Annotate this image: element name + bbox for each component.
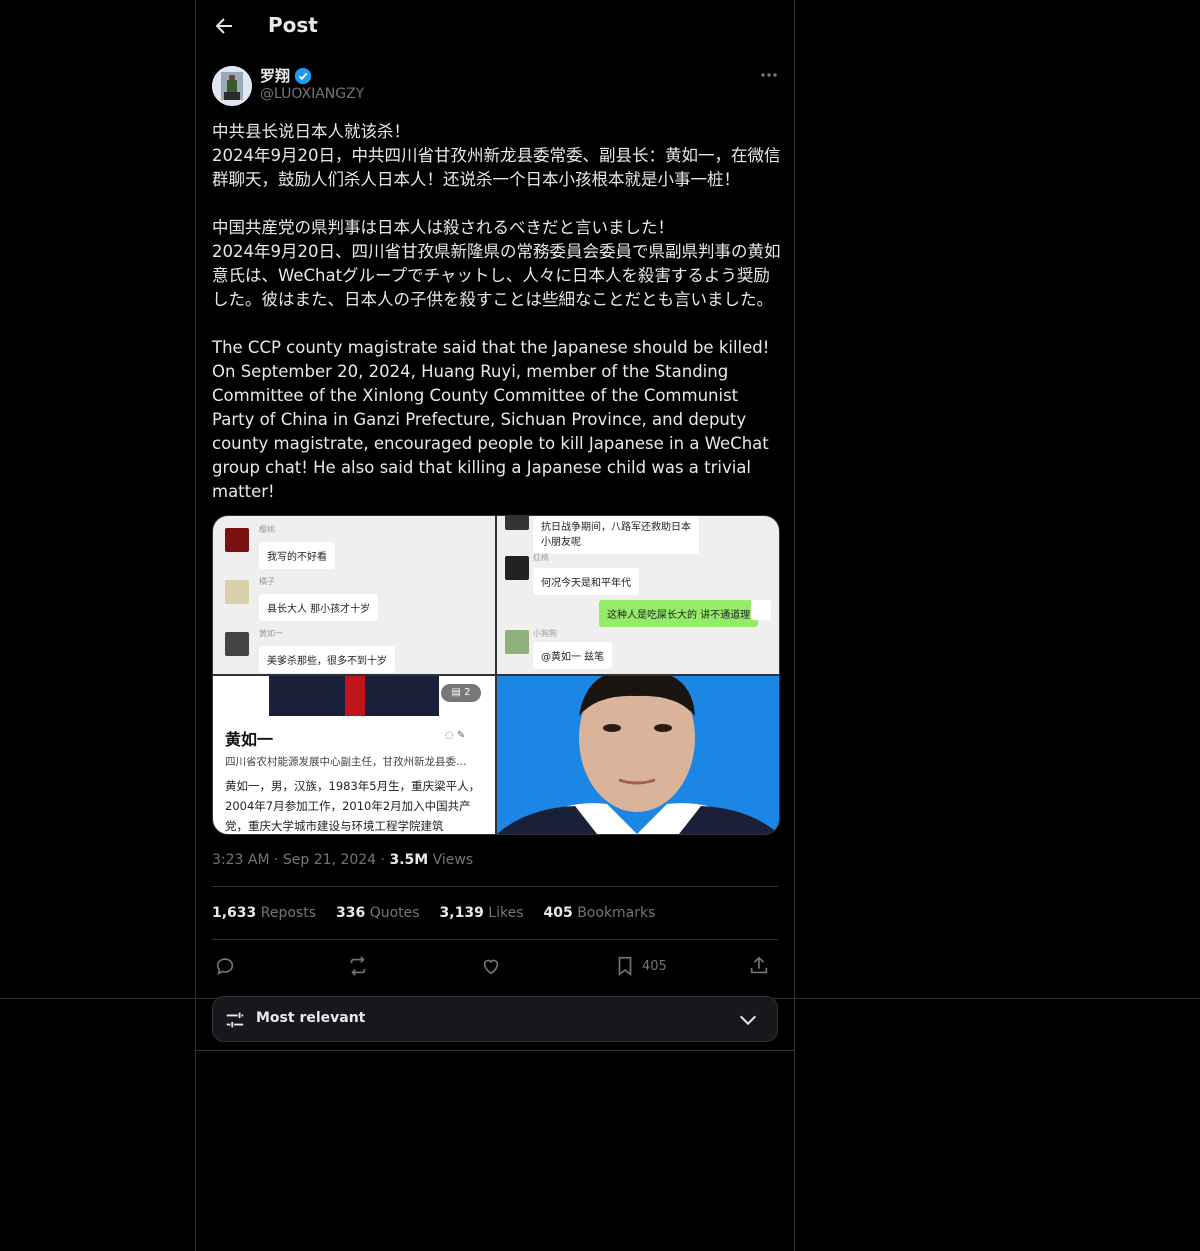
- chat-message: 县长大人 那小孩才十岁: [259, 594, 379, 621]
- reply-button[interactable]: [214, 952, 236, 980]
- tweet-meta: 3:23 AM · Sep 21, 2024 · 3.5M Views: [212, 852, 473, 868]
- chat-avatar: [225, 580, 249, 604]
- chat-avatar: [225, 528, 249, 552]
- chat-message-sent: 这种人是吃屎长大的 讲不通道理: [599, 600, 759, 627]
- chat-avatar: [751, 600, 771, 620]
- tweet-text: 中共县长说日本人就该杀！ 2024年9月20日，中共四川省甘孜州新龙县委常委、副…: [212, 122, 781, 501]
- media-grid: 樱桃 我写的不好看 橘子 县长大人 那小孩才十岁 黄如一 美爹杀那些，很多不到十…: [212, 515, 780, 835]
- bookmark-count: 405: [642, 958, 667, 974]
- reply-icon: [216, 958, 234, 975]
- arrow-left-icon: [215, 18, 232, 34]
- tweet-date[interactable]: Sep 21, 2024: [283, 852, 376, 868]
- chat-avatar: [505, 556, 529, 580]
- action-bar: 405: [212, 952, 778, 980]
- chat-username: 橘子: [259, 577, 275, 586]
- bookmarks-stat[interactable]: 405 Bookmarks: [544, 905, 656, 921]
- chat-message: 我写的不好看: [259, 542, 335, 569]
- chat-username: 樱桃: [259, 525, 275, 534]
- chat-username: 黄如一: [259, 629, 283, 638]
- heart-icon: [483, 959, 499, 975]
- portrait-suit: [269, 676, 439, 716]
- portrait-photo: [497, 676, 779, 834]
- chevron-down-icon: [739, 1015, 757, 1026]
- divider: [196, 1050, 794, 1051]
- bookmark-button[interactable]: 405: [614, 952, 667, 980]
- tweet-time[interactable]: 3:23 AM: [212, 852, 270, 868]
- profile-bio: 黄如一，男，汉族，1983年5月生，重庆梁平人，2004年7月参加工作，2010…: [225, 779, 481, 833]
- repost-icon: [350, 956, 366, 976]
- top-bar: Post: [196, 0, 794, 54]
- repost-button[interactable]: [347, 952, 369, 980]
- share-button[interactable]: [748, 952, 770, 980]
- chat-username: 红桃: [533, 553, 549, 562]
- likes-stat[interactable]: 3,139 Likes: [440, 905, 524, 921]
- edit-icon: ◌ ✎: [445, 730, 466, 741]
- chat-message: 抗日战争期间，八路军还救助日本小朋友呢: [533, 516, 699, 554]
- meta-separator: ·: [274, 852, 283, 868]
- share-icon: [750, 956, 768, 974]
- quotes-stat[interactable]: 336 Quotes: [336, 905, 420, 921]
- author-name-text: 罗翔: [260, 67, 291, 85]
- author-avatar[interactable]: [212, 66, 252, 106]
- reposts-stat[interactable]: 1,633 Reposts: [212, 905, 316, 921]
- more-options-button[interactable]: [758, 64, 780, 86]
- image-count-badge: ▤ 2: [441, 684, 481, 702]
- chat-message: 美爹杀那些，很多不到十岁: [259, 646, 395, 673]
- chat-avatar: [505, 516, 529, 530]
- media-image-chat-2[interactable]: 抗日战争期间，八路军还救助日本小朋友呢 红桃 何况今天是和平年代 这种人是吃屎长…: [497, 516, 779, 674]
- post-column: Post 罗翔 @LUOXIANGZY 中共县长说日本人就该杀！ 2024年9月…: [195, 0, 795, 1251]
- author-name[interactable]: 罗翔: [260, 65, 312, 86]
- chat-username: 小狗狗: [533, 629, 557, 638]
- author-handle[interactable]: @LUOXIANGZY: [260, 86, 364, 102]
- views-count: 3.5M: [389, 852, 429, 868]
- like-button[interactable]: [480, 952, 502, 980]
- statue-avatar-image: [212, 66, 252, 106]
- divider: [212, 939, 778, 940]
- more-horizontal-icon: [761, 73, 777, 77]
- sliders-icon: [226, 1012, 244, 1028]
- profile-subtitle: 四川省农村能源发展中心副主任，甘孜州新龙县委…: [225, 756, 467, 768]
- chat-message: @黄如一 兹笔: [533, 642, 613, 669]
- chat-avatar: [505, 630, 529, 654]
- profile-name: 黄如一: [225, 730, 274, 749]
- divider: [212, 886, 778, 887]
- sort-label: Most relevant: [256, 1010, 366, 1026]
- engagement-stats: 1,633 Reposts 336 Quotes 3,139 Likes 405…: [212, 905, 655, 921]
- reply-sort-dropdown[interactable]: Most relevant: [212, 996, 778, 1042]
- media-image-chat-1[interactable]: 樱桃 我写的不好看 橘子 县长大人 那小孩才十岁 黄如一 美爹杀那些，很多不到十…: [213, 516, 495, 674]
- bookmark-icon: [618, 956, 632, 976]
- chat-avatar: [225, 632, 249, 656]
- views-label: Views: [432, 852, 474, 868]
- back-button[interactable]: [212, 14, 236, 38]
- chat-message: 何况今天是和平年代: [533, 568, 639, 595]
- page-title: Post: [268, 13, 318, 37]
- media-image-profile[interactable]: ▤ 2 黄如一 ◌ ✎ 四川省农村能源发展中心副主任，甘孜州新龙县委… 黄如一，…: [213, 676, 495, 834]
- verified-badge-icon: [294, 67, 312, 84]
- media-image-portrait[interactable]: [497, 676, 779, 834]
